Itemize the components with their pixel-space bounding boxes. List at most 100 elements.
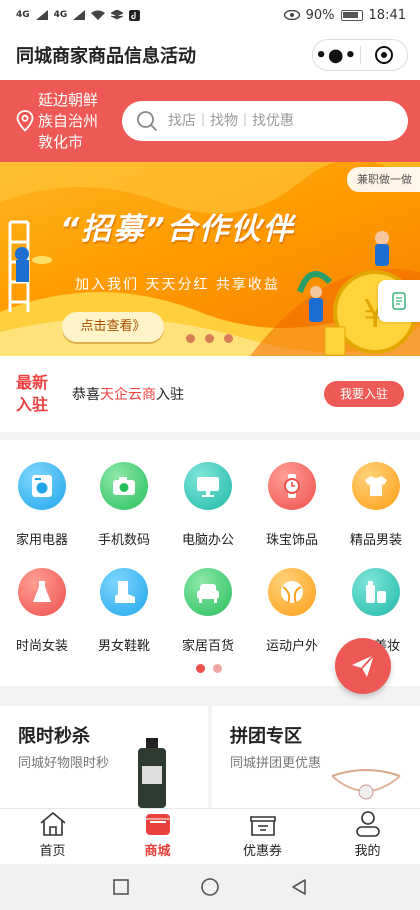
banner-pagination xyxy=(186,334,233,343)
category-label: 男女鞋靴 xyxy=(97,639,150,654)
product-bracelet-image xyxy=(331,769,401,800)
cosmetics-icon xyxy=(352,568,400,616)
search-icon xyxy=(137,111,157,131)
category-item[interactable]: 精品男装 xyxy=(334,462,418,548)
banner-title: “招募”合作伙伴 xyxy=(60,212,295,247)
system-nav-bar xyxy=(0,864,420,910)
tshirt-icon xyxy=(352,462,400,510)
product-bottle-image xyxy=(138,738,166,808)
tab-label: 我的 xyxy=(354,844,381,859)
news-suffix: 入驻 xyxy=(156,387,184,403)
category-item[interactable]: 电脑办公 xyxy=(166,462,250,548)
close-button[interactable] xyxy=(361,40,408,70)
group-buy-card[interactable]: 拼团专区 同城拼团更优惠 xyxy=(212,706,420,808)
category-pagination xyxy=(196,664,222,673)
location-bar: 延边朝鲜族自治州敦化市 xyxy=(0,80,420,162)
category-label: 精品男装 xyxy=(349,533,402,548)
home-circle-icon[interactable] xyxy=(200,877,220,897)
search-input[interactable] xyxy=(168,113,368,129)
signal-icon-2 xyxy=(73,10,86,20)
tiktok-icon xyxy=(129,9,141,21)
new-merchant-tag: 最新入驻 xyxy=(16,373,49,414)
side-float-button[interactable] xyxy=(378,280,420,322)
new-merchant-bar: 最新入驻 恭喜天企云商入驻 我要入驻 xyxy=(0,356,420,440)
camera-icon xyxy=(100,462,148,510)
back-icon[interactable] xyxy=(290,878,308,896)
tab-home[interactable]: 首页 xyxy=(0,809,105,864)
status-bar: 4G 4G 90% 18:41 xyxy=(0,0,420,30)
banner-dot[interactable] xyxy=(205,334,214,343)
new-merchant-text: 恭喜天企云商入驻 xyxy=(72,384,324,404)
banner-dot[interactable] xyxy=(224,334,233,343)
clock: 18:41 xyxy=(368,7,406,23)
tab-profile[interactable]: 我的 xyxy=(315,809,420,864)
group-buy-title: 拼团专区 xyxy=(230,726,302,747)
parttime-tag[interactable]: 兼职做一做 xyxy=(347,167,420,192)
coupon-icon xyxy=(249,816,276,836)
banner-subtitle: 加入我们 天天分红 共享收益 xyxy=(75,277,280,293)
category-item[interactable]: 男女鞋靴 xyxy=(82,568,166,654)
share-fab[interactable] xyxy=(335,638,391,694)
layers-icon xyxy=(111,10,124,20)
dress-icon xyxy=(18,568,66,616)
tab-label: 首页 xyxy=(39,844,66,859)
group-buy-subtitle: 同城拼团更优惠 xyxy=(230,756,322,771)
paper-plane-icon xyxy=(352,654,375,677)
mini-program-capsule: •●• xyxy=(312,39,408,71)
home-icon xyxy=(39,812,66,836)
user-icon xyxy=(355,811,380,837)
battery-icon xyxy=(340,9,363,21)
category-label: 珠宝饰品 xyxy=(265,533,318,548)
category-item[interactable]: 运动户外 xyxy=(250,568,334,654)
category-item[interactable]: 手机数码 xyxy=(82,462,166,548)
monitor-icon xyxy=(184,462,232,510)
watch-icon xyxy=(268,462,316,510)
mall-icon xyxy=(145,814,170,835)
category-dot[interactable] xyxy=(213,664,222,673)
banner-view-button[interactable]: 点击查看》 xyxy=(62,312,164,342)
signal-icon xyxy=(35,10,48,20)
category-label: 运动户外 xyxy=(265,639,318,654)
banner-dot[interactable] xyxy=(186,334,195,343)
document-icon xyxy=(392,292,406,310)
tab-label: 商城 xyxy=(144,844,171,859)
ball-icon xyxy=(268,568,316,616)
more-button[interactable]: •●• xyxy=(313,40,360,70)
bottom-tab-bar: 首页 商城 优惠券 我的 xyxy=(0,808,420,864)
sofa-icon xyxy=(184,568,232,616)
category-dot-active[interactable] xyxy=(196,664,205,673)
news-prefix: 恭喜 xyxy=(72,387,100,403)
category-item[interactable]: 家用电器 xyxy=(0,462,84,548)
category-item[interactable]: 珠宝饰品 xyxy=(250,462,334,548)
network-indicator: 4G xyxy=(16,10,30,20)
status-right: 90% 18:41 xyxy=(283,7,406,23)
category-label: 家居百货 xyxy=(181,639,234,654)
category-item[interactable]: 时尚女装 xyxy=(0,568,84,654)
category-label: 手机数码 xyxy=(97,533,150,548)
news-merchant-name[interactable]: 天企云商 xyxy=(100,387,156,403)
tab-mall[interactable]: 商城 xyxy=(105,809,210,864)
tab-coupon[interactable]: 优惠券 xyxy=(210,809,315,864)
tab-label: 优惠券 xyxy=(242,844,282,859)
location-text[interactable]: 延边朝鲜族自治州敦化市 xyxy=(38,90,100,153)
flash-sale-subtitle: 同城好物限时秒 xyxy=(18,756,110,771)
more-dots-icon: •●• xyxy=(315,44,358,66)
status-left: 4G 4G xyxy=(16,9,141,21)
target-icon xyxy=(374,46,393,64)
location-pin-icon[interactable] xyxy=(16,110,34,132)
category-label: 家用电器 xyxy=(15,533,68,548)
join-button[interactable]: 我要入驻 xyxy=(324,381,404,407)
flash-sale-card[interactable]: 限时秒杀 同城好物限时秒 xyxy=(0,706,208,808)
recent-apps-icon[interactable] xyxy=(112,878,130,896)
title-bar: 同城商家商品信息活动 •●• xyxy=(0,30,420,80)
page-title: 同城商家商品信息活动 xyxy=(16,46,196,67)
boot-icon xyxy=(100,568,148,616)
category-item[interactable]: 家居百货 xyxy=(166,568,250,654)
flash-sale-title: 限时秒杀 xyxy=(18,726,90,747)
washing-machine-icon xyxy=(18,462,66,510)
search-box[interactable] xyxy=(122,101,408,141)
category-label: 电脑办公 xyxy=(181,533,234,548)
category-label: 时尚女装 xyxy=(15,639,68,654)
network-indicator-2: 4G xyxy=(53,10,68,20)
eye-icon xyxy=(283,10,300,20)
